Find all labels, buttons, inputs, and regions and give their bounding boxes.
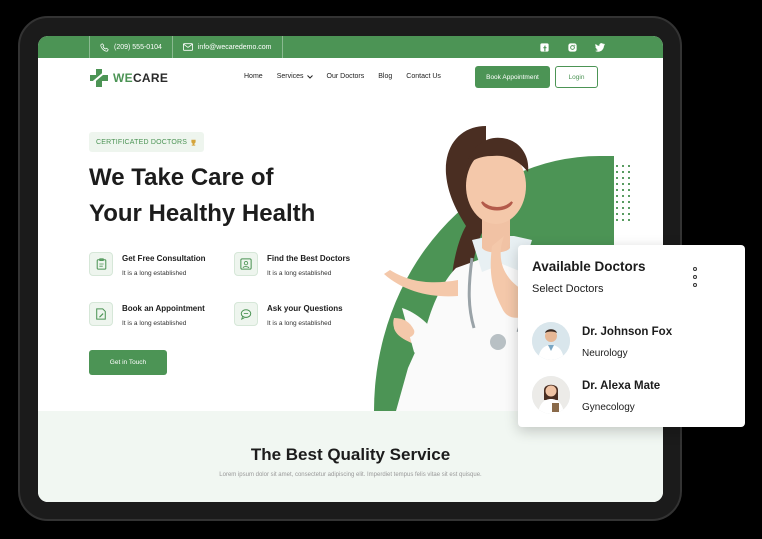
doctor-specialty: Gynecology	[582, 402, 635, 413]
chat-bubble-icon	[234, 302, 258, 326]
doctor-name: Dr. Alexa Mate	[582, 380, 661, 392]
available-doctors-card: Available Doctors Select Doctors Dr. Joh…	[518, 245, 745, 427]
trophy-icon	[191, 139, 196, 146]
email-contact[interactable]: info@wecaredemo.com	[173, 36, 283, 58]
book-appointment-button[interactable]: Book Appointment	[475, 66, 550, 88]
mail-icon	[182, 43, 193, 51]
nav-blog[interactable]: Blog	[378, 73, 392, 80]
service-title: The Best Quality Service	[250, 445, 451, 464]
clipboard-icon	[89, 252, 113, 276]
feature-free-consultation: Get Free Consultation It is a long establ…	[89, 252, 206, 277]
medical-cross-logo-icon	[90, 69, 108, 87]
top-contact-bar: (209) 555-0104 info@wecaredemo.com	[38, 36, 663, 58]
twitter-icon[interactable]	[595, 42, 605, 52]
service-description: Lorem ipsum dolor sit amet, consectetur …	[219, 472, 482, 478]
note-edit-icon	[89, 302, 113, 326]
facebook-icon[interactable]	[539, 42, 549, 52]
nav-menu: Home Services Our Doctors Blog Contact U…	[244, 73, 441, 80]
nav-our-doctors[interactable]: Our Doctors	[327, 73, 365, 80]
logo-text: WECARE	[113, 71, 169, 85]
feature-book-appointment: Book an Appointment It is a long establis…	[89, 302, 205, 327]
feature-ask-questions: Ask your Questions It is a long establish…	[234, 302, 343, 327]
nav-contact-us[interactable]: Contact Us	[406, 73, 441, 80]
get-in-touch-button[interactable]: Get in Touch	[89, 350, 167, 375]
hero-title: We Take Care of Your Healthy Health	[89, 164, 316, 227]
login-button[interactable]: Login	[555, 66, 598, 88]
avatar	[532, 322, 570, 360]
doctor-item[interactable]: Dr. Johnson Fox Neurology	[532, 322, 672, 360]
doctor-id-icon	[234, 252, 258, 276]
chevron-down-icon	[306, 74, 313, 79]
logo[interactable]: WECARE	[89, 69, 168, 87]
certified-badge: CERTIFICATED DOCTORS	[89, 132, 205, 152]
email-text: info@wecaredemo.com	[197, 43, 272, 51]
card-title: Available Doctors	[532, 259, 646, 274]
feature-find-doctors: Find the Best Doctors It is a long establ…	[234, 252, 350, 277]
avatar	[532, 376, 570, 414]
doctor-specialty: Neurology	[582, 348, 628, 359]
card-subtitle: Select Doctors	[532, 283, 604, 295]
doctor-item[interactable]: Dr. Alexa Mate Gynecology	[532, 376, 660, 414]
nav-home[interactable]: Home	[244, 73, 263, 80]
phone-icon	[100, 42, 109, 52]
instagram-icon[interactable]	[567, 42, 577, 52]
phone-contact[interactable]: (209) 555-0104	[89, 36, 173, 58]
social-links	[539, 36, 605, 58]
more-options-icon[interactable]	[692, 267, 698, 287]
doctor-name: Dr. Johnson Fox	[582, 326, 673, 338]
nav-services[interactable]: Services	[277, 73, 313, 80]
phone-text: (209) 555-0104	[114, 43, 162, 51]
